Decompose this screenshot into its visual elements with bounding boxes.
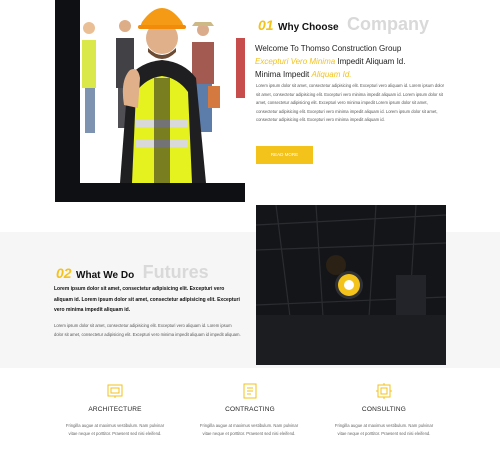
service-title: CONTRACTING: [225, 406, 275, 413]
headline-text: Impedit Aliquam Id.: [337, 57, 406, 66]
architecture-icon: [107, 383, 123, 399]
headline-highlight: Excepturi Vero Minima: [255, 57, 336, 66]
why-choose-heading: 01 Why Choose Company: [258, 14, 498, 38]
headline-highlight: Aliquam Id.: [311, 70, 352, 79]
headline-text: Minima Impedit: [255, 70, 310, 79]
what-we-do-paragraph: Lorem ipsum dolor sit amet, consectetur …: [54, 323, 241, 337]
service-text: Fringilla augue at maximus vestibulum. N…: [199, 423, 299, 436]
headline-line: Welcome To Thomso Construction Group: [255, 44, 402, 53]
ghost-title: Company: [347, 14, 430, 34]
why-choose-headline: Welcome To Thomso Construction Group Exc…: [255, 42, 465, 81]
ghost-title: Futures: [142, 262, 209, 282]
contracting-icon: [242, 383, 258, 399]
consulting-icon: [376, 383, 392, 399]
hero-photo: [55, 0, 245, 202]
service-text: Fringilla augue at maximus vestibulum. N…: [334, 423, 434, 436]
play-icon[interactable]: [338, 274, 360, 296]
workers-image: [80, 0, 245, 183]
section-title: What We Do: [76, 270, 135, 281]
service-title: ARCHITECTURE: [88, 406, 142, 413]
section-number: 01: [258, 17, 274, 33]
headline-line: Minima Impedit Aliquam Id.: [255, 68, 465, 81]
read-more-button[interactable]: READ MORE: [256, 146, 313, 164]
section-title: Why Choose: [278, 22, 339, 33]
why-choose-paragraph: Lorem ipsum dolor sit amet, consectetur …: [256, 83, 445, 123]
service-title: CONSULTING: [361, 406, 407, 413]
what-we-do-bold-paragraph: Lorem ipsum dolor sit amet, consectetur …: [54, 286, 240, 313]
section-number: 02: [56, 265, 72, 281]
what-we-do-heading: 02 What We Do Futures: [56, 262, 256, 284]
headline-line: Excepturi Vero Minima Impedit Aliquam Id…: [255, 55, 465, 68]
service-text: Fringilla augue at maximus vestibulum. N…: [65, 423, 165, 436]
